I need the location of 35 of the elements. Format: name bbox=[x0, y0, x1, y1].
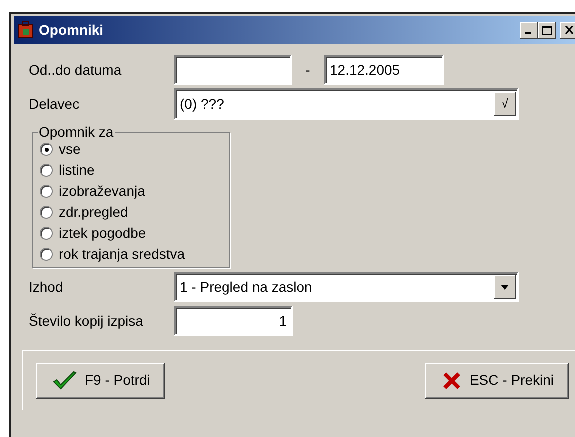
radio-button[interactable] bbox=[40, 206, 53, 219]
maximize-button[interactable] bbox=[538, 22, 556, 38]
worker-field[interactable]: (0) ??? √ bbox=[174, 88, 519, 120]
field-label: Izhod bbox=[28, 278, 64, 296]
safe-icon bbox=[17, 21, 35, 39]
cross-icon bbox=[442, 370, 462, 390]
date-separator: - bbox=[304, 60, 312, 80]
from-date-field[interactable] bbox=[174, 55, 292, 85]
radio-button[interactable] bbox=[40, 164, 53, 177]
radio-button[interactable] bbox=[40, 143, 53, 156]
to-date-field[interactable]: 12.12.2005 bbox=[324, 55, 444, 85]
radio-button[interactable] bbox=[40, 185, 53, 198]
group-title: Opomnik za bbox=[38, 124, 115, 141]
window-title: Opomniki bbox=[39, 20, 105, 40]
field-label: Od..do datuma bbox=[28, 60, 123, 80]
confirm-button[interactable]: F9 - Potrdi bbox=[36, 362, 166, 398]
close-icon bbox=[564, 26, 574, 34]
radio-option[interactable]: zdr.pregled bbox=[40, 202, 223, 223]
minimize-button[interactable] bbox=[520, 22, 538, 38]
radio-option[interactable]: listine bbox=[40, 160, 223, 181]
checkmark-icon bbox=[53, 370, 77, 390]
select-button[interactable]: √ bbox=[494, 92, 516, 116]
radio-option[interactable]: izobraževanja bbox=[40, 181, 223, 202]
field-label: Število kopij izpisa bbox=[28, 312, 144, 331]
radio-button[interactable] bbox=[40, 248, 53, 261]
radio-button[interactable] bbox=[40, 227, 53, 240]
cancel-button[interactable]: ESC - Prekini bbox=[424, 362, 569, 398]
output-dropdown[interactable]: 1 - Pregled na zaslon bbox=[174, 272, 519, 302]
close-button[interactable] bbox=[560, 22, 575, 38]
radio-option[interactable]: rok trajanja sredstva bbox=[40, 244, 223, 265]
field-label: Delavec bbox=[28, 94, 81, 114]
radio-option[interactable]: vse bbox=[40, 139, 223, 160]
maximize-icon bbox=[542, 26, 552, 34]
copies-field[interactable]: 1 bbox=[174, 306, 293, 336]
radio-option[interactable]: iztek pogodbe bbox=[40, 223, 223, 244]
